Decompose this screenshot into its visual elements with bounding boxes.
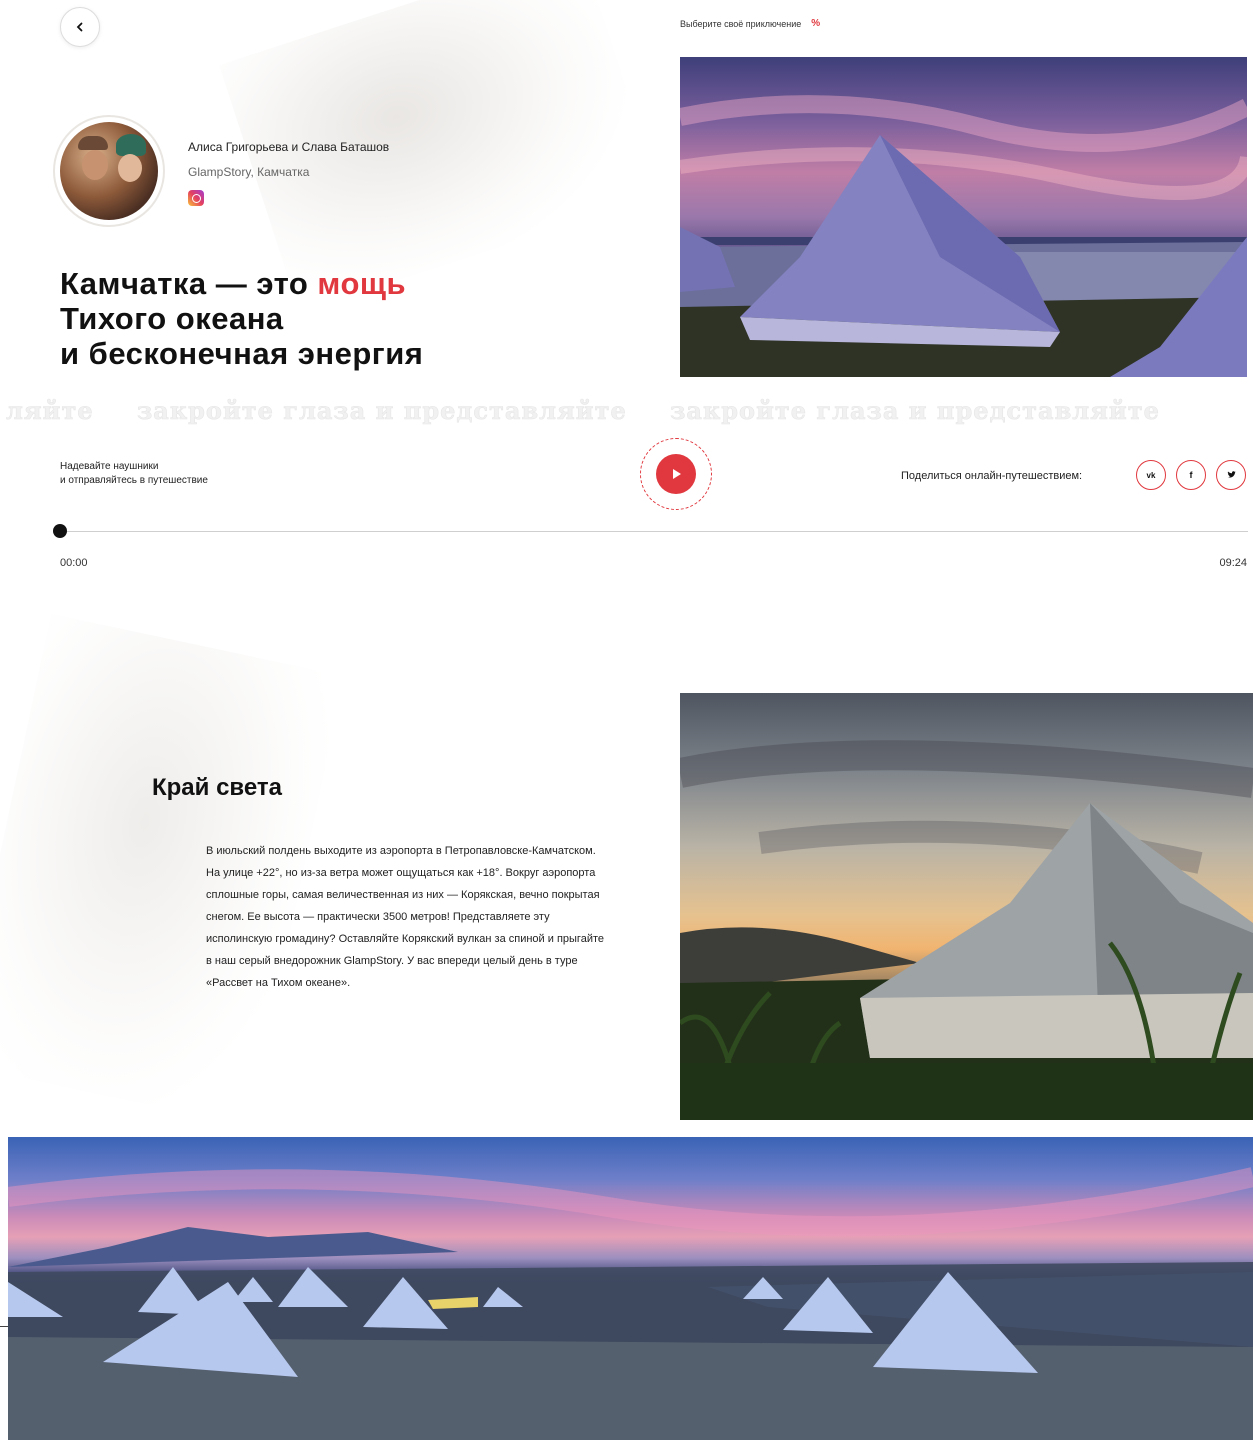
facebook-icon: f: [1189, 470, 1193, 480]
author-place: GlampStory, Камчатка: [188, 165, 310, 179]
share-vk-button[interactable]: vk: [1136, 460, 1166, 490]
hint-line2: и отправляйтесь в путешествие: [60, 475, 208, 486]
tent-photo: [680, 693, 1253, 1120]
camp-panorama-illustration: [8, 1167, 1253, 1440]
section-title: Край света: [152, 774, 282, 801]
section-text: В июльский полдень выходите из аэропорта…: [206, 845, 604, 989]
vk-icon: vk: [1146, 470, 1156, 480]
share-twitter-button[interactable]: [1216, 460, 1246, 490]
headline-line3: и бесконечная энергия: [60, 336, 424, 371]
ticker-phrase: закройте глаза и представляйте: [136, 396, 627, 425]
ticker-phrase: закройте глаза и представляйте: [670, 396, 1160, 425]
hero-photo: [680, 57, 1247, 377]
share-facebook-button[interactable]: f: [1176, 460, 1206, 490]
share-label: Поделиться онлайн-путешествием:: [901, 470, 1083, 482]
headline-line2: Тихого океана: [60, 301, 284, 336]
instagram-icon[interactable]: [188, 190, 204, 206]
headline-accent-word: мощь: [317, 266, 407, 301]
divider: [0, 1326, 8, 1327]
headline-line1: Камчатка — это: [60, 266, 318, 301]
ticker-phrase: ляйте: [6, 396, 94, 425]
percent-icon: %: [811, 18, 821, 29]
play-button[interactable]: [640, 438, 712, 510]
choose-adventure-label: Выберите своё приключение: [680, 18, 802, 29]
author-avatar: [53, 115, 165, 227]
player-hint: Надевайте наушники и отправляйтесь в пут…: [60, 460, 208, 488]
hint-line1: Надевайте наушники: [60, 461, 159, 472]
chevron-left-icon: [76, 22, 83, 32]
tent-dusk-illustration: [680, 740, 1253, 1120]
choose-adventure-link[interactable]: Выберите своё приключение %: [680, 18, 820, 29]
progress-thumb[interactable]: [53, 524, 67, 538]
play-icon: [673, 469, 681, 479]
tent-sunset-illustration: [680, 95, 1247, 377]
current-time: 00:00: [60, 557, 88, 569]
marquee-ticker: ляйте закройте глаза и представляйте зак…: [0, 396, 1253, 425]
progress-track[interactable]: [60, 531, 1248, 532]
author-names: Алиса Григорьева и Слава Баташов: [188, 140, 390, 154]
panorama-photo: [8, 1137, 1253, 1440]
page-title: Камчатка — это мощь Тихого океана и беск…: [60, 266, 423, 371]
total-time: 09:24: [1219, 557, 1247, 569]
twitter-icon: [1227, 471, 1236, 478]
back-button[interactable]: [60, 7, 100, 47]
